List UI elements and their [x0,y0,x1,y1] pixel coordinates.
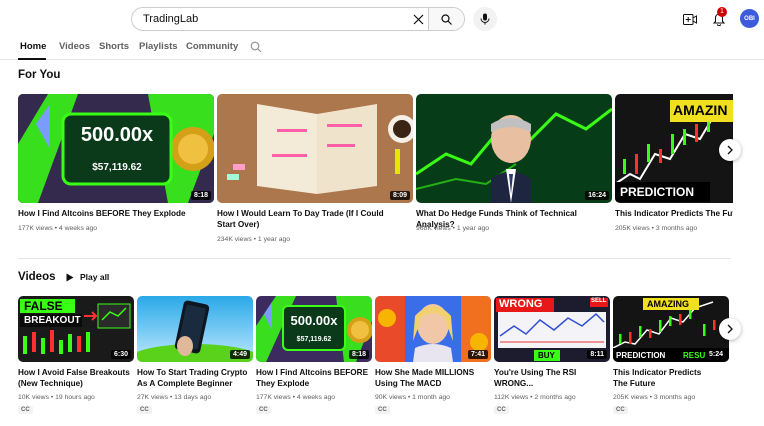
carousel-next-button[interactable] [719,318,741,340]
video-meta: 177K views • 4 weeks ago [18,225,98,232]
play-all-button[interactable]: Play all [66,272,109,282]
tab-shorts[interactable]: Shorts [99,41,129,52]
video-thumbnail[interactable]: AMAZING PREDICTION RESU 5:24 [613,296,729,362]
video-card[interactable]: 8:09 How I Would Learn To Day Trade (If … [217,94,413,249]
channel-tabs: Home Videos Shorts Playlists Community [0,38,764,60]
section-title-videos: Videos [18,271,56,283]
search-input[interactable]: TradingLab [132,13,408,25]
play-all-label: Play all [80,272,110,282]
video-title[interactable]: How I Find Altcoins BEFORE They Explode [18,208,214,219]
video-card[interactable]: WRONG SELL BUY 8:11 You're Using The RSI… [494,296,610,421]
active-tab-indicator [18,58,46,60]
thumbnail-text: PREDICTION [620,185,695,199]
mic-icon [480,13,490,25]
video-card[interactable]: AMAZIN PREDICTION This Indicator Predict… [615,94,733,239]
video-thumbnail[interactable]: 16:24 [416,94,612,203]
tab-playlists[interactable]: Playlists [139,41,178,52]
notification-badge: 1 [717,7,727,17]
video-title[interactable]: How I Avoid False Breakouts (New Techniq… [18,367,134,389]
video-meta: 234K views • 1 year ago [217,236,291,243]
video-card[interactable]: 7:41 How She Made MILLIONS Using The MAC… [375,296,491,421]
cc-badge: CC [494,406,509,414]
video-duration: 8:18 [348,350,369,359]
thumbnail-text: RESU [683,351,706,360]
cc-badge: CC [18,406,33,414]
chevron-right-icon [727,145,733,155]
video-thumbnail[interactable]: 8:09 [217,94,413,203]
video-title[interactable]: This Indicator Predicts The Future [613,367,713,389]
video-card[interactable]: 16:24 What Do Hedge Funds Think of Techn… [416,94,612,239]
cc-badge: CC [375,406,390,414]
section-divider [18,258,731,259]
video-thumbnail[interactable]: 500.00x $57,119.62 8:18 [18,94,214,203]
thumbnail-text: AMAZIN [673,102,728,118]
video-card[interactable]: 500.00x $57,119.62 8:18 How I Find Altco… [256,296,372,421]
thumbnail-text: BREAKOUT [24,315,81,326]
play-icon [66,273,74,281]
video-thumbnail[interactable]: 500.00x $57,119.62 8:18 [256,296,372,362]
thumbnail-text: AMAZING [647,299,689,309]
thumbnail-text: 500.00x [80,124,154,146]
tab-home[interactable]: Home [20,41,46,52]
video-duration: 8:11 [587,350,607,359]
video-duration: 8:18 [190,191,211,200]
carousel-next-button[interactable] [719,139,741,161]
video-title[interactable]: This Indicator Predicts The Future [615,208,733,219]
video-card[interactable]: AMAZING PREDICTION RESU 5:24 This Indica… [613,296,729,421]
thumbnail-text: 500.00x [290,313,338,328]
cc-badge: CC [613,406,628,414]
video-title[interactable]: You're Using The RSI WRONG... [494,367,594,389]
video-duration: 5:24 [705,350,726,359]
video-title[interactable]: How She Made MILLIONS Using The MACD [375,367,487,389]
video-duration: 6:30 [110,350,131,359]
video-meta: 205K views • 3 months ago [615,225,698,232]
video-card[interactable]: 500.00x $57,119.62 8:18 How I Find Altco… [18,94,214,239]
video-meta: 27K views • 13 days ago [137,394,212,401]
thumbnail-text: PREDICTION [616,351,666,360]
avatar[interactable]: OBI [740,9,759,28]
cc-badge: CC [256,406,271,414]
create-button[interactable] [680,9,700,29]
video-title[interactable]: How I Find Altcoins BEFORE They Explode [256,367,372,389]
create-icon [683,13,697,25]
thumbnail-text: BUY [538,351,555,360]
tab-videos[interactable]: Videos [59,41,90,52]
search-button[interactable] [428,8,464,30]
video-thumbnail[interactable]: 4:49 [137,296,253,362]
video-title[interactable]: How To Start Trading Crypto As A Complet… [137,367,249,389]
video-duration: 7:41 [467,350,488,359]
video-meta: 90K views • 1 month ago [375,394,450,401]
search-icon [441,13,452,25]
search-box[interactable]: TradingLab [131,7,465,31]
video-thumbnail[interactable]: WRONG SELL BUY 8:11 [494,296,610,362]
thumbnail-text: $57,119.62 [296,336,332,343]
video-duration: 8:09 [389,191,410,200]
chevron-right-icon [727,324,733,334]
video-thumbnail[interactable]: FALSE BREAKOUT 6:30 [18,296,134,362]
video-duration: 4:49 [229,350,250,359]
video-meta: 10K views • 19 hours ago [18,394,95,401]
thumbnail-text: SELL [591,298,607,304]
video-thumbnail[interactable]: 7:41 [375,296,491,362]
clear-icon[interactable] [408,8,428,30]
video-meta: 112K views • 2 months ago [494,394,576,401]
video-title[interactable]: How I Would Learn To Day Trade (If I Cou… [217,208,397,230]
thumbnail-text: FALSE [24,299,63,313]
video-meta: 205K views • 3 months ago [613,394,696,401]
thumbnail-text: WRONG [499,298,543,310]
cc-badge: CC [137,406,152,414]
mic-button[interactable] [473,7,497,31]
section-title-for-you: For You [18,69,61,81]
video-meta: 968K views • 1 year ago [416,225,490,232]
video-card[interactable]: FALSE BREAKOUT 6:30 How I Avoid False Br… [18,296,134,421]
tab-community[interactable]: Community [186,41,238,52]
thumbnail-text: $57,119.62 [92,162,142,173]
video-thumbnail[interactable]: AMAZIN PREDICTION [615,94,733,203]
top-bar: TradingLab 1 OBI [0,0,764,38]
video-meta: 177K views • 4 weeks ago [256,394,336,401]
search-icon[interactable] [250,41,262,53]
video-duration: 16:24 [585,191,609,200]
video-card[interactable]: 4:49 How To Start Trading Crypto As A Co… [137,296,253,421]
